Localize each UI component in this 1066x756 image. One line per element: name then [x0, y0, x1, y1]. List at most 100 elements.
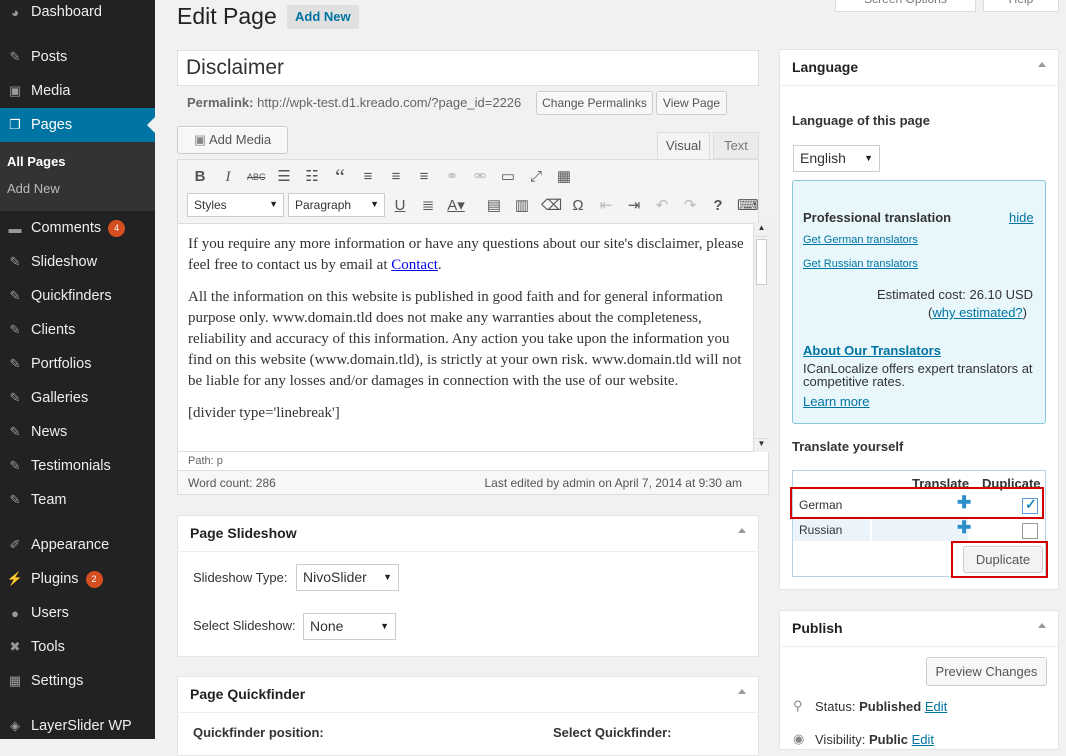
sidebar-item-dashboard[interactable]: ◕ Dashboard	[0, 0, 155, 29]
collapse-icon[interactable]	[1038, 623, 1046, 628]
sidebar-item-plugins[interactable]: ⚡ Plugins 2	[0, 562, 155, 596]
post-title-input[interactable]: Disclaimer	[177, 50, 759, 86]
align-left-icon[interactable]: ≡	[359, 168, 377, 186]
indent-icon[interactable]: ⇥	[625, 197, 643, 215]
tab-text[interactable]: Text	[713, 132, 759, 159]
sidebar-item-pages[interactable]: ❐ Pages	[0, 108, 155, 142]
editor-content[interactable]: If you require any more information or h…	[177, 223, 769, 452]
change-permalinks-button[interactable]: Change Permalinks	[536, 91, 653, 115]
quickfinder-position-label: Quickfinder position:	[193, 725, 324, 740]
read-more-icon[interactable]: ▭	[499, 168, 517, 186]
translate-russian-plus-icon[interactable]: ✚	[957, 518, 971, 538]
sidebar-item-posts[interactable]: ✎ Posts	[0, 40, 155, 74]
underline-icon[interactable]: U	[391, 197, 409, 215]
add-media-button[interactable]: ▣ Add Media	[177, 126, 288, 154]
justify-icon[interactable]: ≣	[419, 197, 437, 215]
toolbar-toggle-icon[interactable]: ▦	[555, 168, 573, 186]
permalink-row: Permalink: http://wpk-test.d1.kreado.com…	[187, 95, 521, 110]
sidebar-item-comments[interactable]: ▬ Comments 4	[0, 211, 155, 245]
view-page-button[interactable]: View Page	[656, 91, 727, 115]
screen-options-tab[interactable]: Screen Options	[835, 0, 976, 12]
collapse-icon[interactable]	[1038, 62, 1046, 67]
about-translators-link[interactable]: About Our Translators	[803, 343, 941, 358]
undo-icon[interactable]: ↶	[653, 197, 671, 215]
language-select[interactable]: English	[793, 145, 880, 172]
content-paragraph: [divider type='linebreak']	[188, 405, 340, 421]
editor-scrollbar[interactable]: ▲ ▼	[753, 223, 769, 452]
language-header[interactable]: Language	[780, 50, 1058, 86]
scroll-up-arrow[interactable]: ▲	[754, 223, 769, 237]
bold-icon[interactable]: B	[191, 168, 209, 186]
editor-path: Path: p	[177, 452, 769, 471]
slideshow-type-select[interactable]: NivoSlider	[296, 564, 399, 591]
clear-formatting-icon[interactable]: ⌫	[541, 197, 562, 215]
help-icon[interactable]: ?	[709, 197, 727, 215]
page-quickfinder-header[interactable]: Page Quickfinder	[178, 677, 758, 713]
sidebar-item-media[interactable]: ▣ Media	[0, 74, 155, 108]
paste-word-icon[interactable]: ▥	[513, 197, 531, 215]
keyboard-icon[interactable]: ⌨	[737, 197, 759, 215]
sidebar-item-portfolios[interactable]: ✎ Portfolios	[0, 347, 155, 381]
tab-visual[interactable]: Visual	[657, 132, 710, 159]
pin-icon: ✎	[9, 492, 21, 507]
align-right-icon[interactable]: ≡	[415, 168, 433, 186]
numbered-list-icon[interactable]: ☷	[303, 168, 321, 186]
redo-icon[interactable]: ↷	[681, 197, 699, 215]
pin-icon: ✎	[9, 322, 21, 337]
sidebar-item-news[interactable]: ✎ News	[0, 415, 155, 449]
publish-header[interactable]: Publish	[780, 611, 1058, 647]
submenu-add-new[interactable]: Add New	[7, 181, 60, 196]
outdent-icon[interactable]: ⇤	[597, 197, 615, 215]
plugin-icon: ⚡	[6, 571, 24, 586]
fullscreen-icon[interactable]: ⤢	[527, 168, 545, 186]
text-color-icon[interactable]: A▾	[447, 197, 465, 215]
select-slideshow-select[interactable]: None	[303, 613, 396, 640]
sidebar-item-quickfinders[interactable]: ✎ Quickfinders	[0, 279, 155, 313]
sidebar-item-team[interactable]: ✎ Team	[0, 483, 155, 517]
paragraph-select[interactable]: Paragraph	[288, 193, 385, 217]
special-char-icon[interactable]: Ω	[569, 197, 587, 215]
sidebar-item-layerslider[interactable]: ◈ LayerSlider WP	[0, 709, 155, 743]
visibility-edit-link[interactable]: Edit	[912, 732, 934, 747]
paste-text-icon[interactable]: ▤	[485, 197, 503, 215]
status-row: Status: Published Edit	[815, 699, 948, 714]
why-estimated-link[interactable]: why estimated?	[932, 305, 1022, 320]
select-quickfinder-label: Select Quickfinder:	[553, 725, 672, 740]
sidebar-item-testimonials[interactable]: ✎ Testimonials	[0, 449, 155, 483]
duplicate-russian-checkbox[interactable]	[1022, 523, 1038, 539]
hide-link[interactable]: hide	[1009, 210, 1034, 225]
styles-select[interactable]: Styles	[187, 193, 284, 217]
collapse-icon[interactable]	[738, 528, 746, 533]
sidebar-item-clients[interactable]: ✎ Clients	[0, 313, 155, 347]
german-translators-link[interactable]: Get German translators	[803, 234, 918, 246]
sidebar-item-users[interactable]: ● Users	[0, 596, 155, 630]
learn-more-link[interactable]: Learn more	[803, 394, 869, 409]
contact-link[interactable]: Contact	[391, 257, 438, 273]
add-new-button[interactable]: Add New	[287, 5, 359, 29]
help-tab[interactable]: Help	[983, 0, 1059, 12]
russian-translators-link[interactable]: Get Russian translators	[803, 258, 918, 270]
submenu-all-pages[interactable]: All Pages	[7, 154, 66, 169]
preview-changes-button[interactable]: Preview Changes	[926, 657, 1047, 686]
dashboard-icon: ◕	[11, 4, 19, 20]
page-slideshow-header[interactable]: Page Slideshow	[178, 516, 758, 552]
estimated-cost: Estimated cost: 26.10 USD	[877, 287, 1034, 302]
sidebar-item-settings[interactable]: ▦ Settings	[0, 664, 155, 698]
strikethrough-icon[interactable]: ABC	[247, 168, 266, 186]
italic-icon[interactable]: I	[219, 168, 237, 186]
align-center-icon[interactable]: ≡	[387, 168, 405, 186]
blockquote-icon[interactable]: “	[331, 166, 349, 188]
sidebar-item-tools[interactable]: ✖ Tools	[0, 630, 155, 664]
scroll-down-arrow[interactable]: ▼	[754, 438, 769, 452]
permalink-url[interactable]: http://wpk-test.d1.kreado.com/?page_id=2…	[257, 95, 521, 110]
scroll-thumb[interactable]	[756, 239, 767, 285]
sidebar-item-galleries[interactable]: ✎ Galleries	[0, 381, 155, 415]
sidebar-item-slideshow[interactable]: ✎ Slideshow	[0, 245, 155, 279]
link-icon[interactable]: ⚭	[443, 168, 461, 186]
eye-icon: ◉	[793, 731, 805, 746]
bullet-list-icon[interactable]: ☰	[275, 168, 293, 186]
sidebar-item-appearance[interactable]: ✐ Appearance	[0, 528, 155, 562]
unlink-icon[interactable]: ⚮	[471, 168, 489, 186]
status-edit-link[interactable]: Edit	[925, 699, 947, 714]
collapse-icon[interactable]	[738, 689, 746, 694]
